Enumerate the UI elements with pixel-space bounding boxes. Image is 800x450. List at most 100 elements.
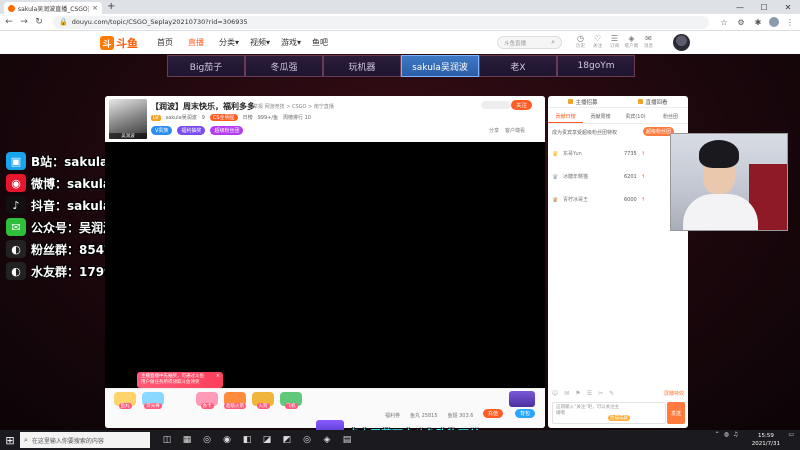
promo-close-icon[interactable]: ×: [216, 373, 220, 379]
flag-icon[interactable]: ⚑: [575, 390, 580, 397]
mail-icon[interactable]: ✉: [564, 390, 569, 397]
app-icon[interactable]: ▤: [338, 431, 356, 449]
volume-icon[interactable]: ♫: [733, 431, 738, 438]
list-icon[interactable]: ☰: [587, 390, 592, 397]
share-button[interactable]: 分享: [489, 127, 499, 134]
subscribe-button[interactable]: ☰ 订阅: [606, 34, 623, 50]
streamer-tab[interactable]: 冬瓜强: [245, 55, 323, 77]
taskbar-search[interactable]: ⌕ 在这里输入你要搜索的内容: [20, 432, 150, 448]
pen-icon[interactable]: ✎: [609, 390, 614, 397]
streamer-tab-active[interactable]: sakula吴润波: [401, 55, 479, 77]
forward-icon[interactable]: →: [19, 17, 29, 27]
gift-item[interactable]: 超级火箭: [223, 392, 247, 409]
tab-fan-group[interactable]: 粉丝团: [653, 112, 688, 123]
nav-video[interactable]: 视频▾: [250, 37, 281, 48]
taskbar-search-input[interactable]: 在这里输入你要搜索的内容: [32, 436, 104, 445]
back-icon[interactable]: ←: [4, 17, 14, 27]
emoji-icon[interactable]: ☺: [552, 390, 558, 397]
gift-item[interactable]: 荧光棒: [141, 392, 165, 409]
streamer-tab[interactable]: 老X: [479, 55, 557, 77]
nav-home[interactable]: 首页: [157, 37, 188, 48]
charge-button[interactable]: 充值: [483, 409, 504, 418]
minimize-button[interactable]: —: [728, 0, 752, 14]
streamer-avatar[interactable]: 吴润波: [109, 99, 147, 139]
host-name[interactable]: sakula吴润波: [166, 114, 197, 121]
nav-category[interactable]: 分类▾: [219, 37, 250, 48]
profile-avatar[interactable]: [769, 17, 779, 27]
backpack-button[interactable]: 背包: [515, 409, 536, 418]
promo-banner[interactable]: 主播直播中先抽奖，可通过斗鱼 用户做任务所得领取斗鱼领奖 ×: [137, 372, 223, 388]
report-link[interactable]: 举报: [253, 104, 263, 110]
gift-item[interactable]: 办卡: [195, 392, 219, 409]
browser-tab[interactable]: sakula吴润波直播_CSGO直播... ×: [4, 2, 102, 14]
puzzle-icon[interactable]: ✱: [752, 18, 764, 27]
extension-icon[interactable]: ⚙: [735, 18, 747, 27]
maximize-button[interactable]: ☐: [752, 0, 776, 14]
site-search[interactable]: 斗鱼直播 ⌕: [497, 36, 562, 49]
day-rank-link[interactable]: 日榜: [243, 114, 253, 121]
block-effects-toggle[interactable]: 屏蔽特效: [664, 390, 684, 397]
allstar-badge[interactable]: CS全明星: [209, 114, 238, 121]
gift-item[interactable]: 飞机: [279, 392, 303, 409]
network-icon[interactable]: ◍: [724, 431, 729, 438]
user-avatar[interactable]: [673, 34, 690, 51]
app-icon[interactable]: ◎: [298, 431, 316, 449]
new-tab-button[interactable]: +: [107, 1, 115, 12]
client-button[interactable]: ◈ 客户端: [623, 34, 640, 50]
reload-icon[interactable]: ↻: [34, 17, 44, 27]
streamer-tab[interactable]: 玩机器: [323, 55, 401, 77]
app-icon[interactable]: ◪: [258, 431, 276, 449]
achievement-badge[interactable]: 达成成就: [608, 415, 630, 421]
app-icon[interactable]: ◧: [238, 431, 256, 449]
tab-close-icon[interactable]: ×: [92, 4, 98, 12]
tray-arrow-icon[interactable]: ⌃: [715, 431, 720, 438]
nav-yuba[interactable]: 鱼吧: [312, 37, 343, 48]
streamer-tab[interactable]: Big茄子: [167, 55, 245, 77]
app-icon[interactable]: ▦: [178, 431, 196, 449]
video-player[interactable]: 主播直播中先抽奖，可通过斗鱼 用户做任务所得领取斗鱼领奖 ×: [105, 142, 545, 388]
nav-game[interactable]: 游戏▾: [281, 37, 312, 48]
app-icon[interactable]: ◎: [198, 431, 216, 449]
follow-button[interactable]: 关注: [511, 100, 533, 110]
history-button[interactable]: ◷ 历史: [572, 34, 589, 50]
address-bar[interactable]: 🔒 douyu.com/topic/CSGO_Seplay20210730?ri…: [53, 15, 709, 29]
app-icon[interactable]: ◈: [318, 431, 336, 449]
coupon-link[interactable]: 福利券: [385, 412, 400, 419]
week-rank[interactable]: 周榜排行 10: [283, 114, 311, 121]
rank-row[interactable]: ♛ 东哥Yun 7735 ↑: [552, 142, 684, 165]
scissors-icon[interactable]: ✂: [598, 390, 603, 397]
tab-vip[interactable]: 贵宾(10): [618, 112, 653, 123]
tab-week-rank[interactable]: 贡献周榜: [583, 112, 618, 123]
gift-item[interactable]: 火箭: [251, 392, 275, 409]
notification-icon[interactable]: ▭: [788, 431, 794, 438]
chrome-icon[interactable]: ◉: [218, 431, 236, 449]
star-icon[interactable]: ☆: [718, 18, 730, 27]
rank-row[interactable]: ♛ 冰糖年糕猫 6201 ↑: [552, 165, 684, 188]
taskbar-clock[interactable]: 15:59 2021/7/31: [752, 432, 780, 448]
gift-item[interactable]: 鱼丸: [113, 392, 137, 409]
send-button[interactable]: 发送: [667, 402, 685, 424]
fan-group-tag[interactable]: 超级粉丝团: [210, 126, 244, 135]
tab-replay[interactable]: 直播回看: [618, 96, 688, 107]
close-window-button[interactable]: ✕: [776, 0, 800, 14]
category-path[interactable]: 网游竞技 > CSGO > 南宁直播: [265, 104, 334, 110]
client-watch-button[interactable]: 客户端看: [505, 127, 525, 134]
tab-day-rank[interactable]: 贡献日榜: [548, 112, 583, 123]
taskview-icon[interactable]: ◫: [158, 431, 176, 449]
douyu-logo[interactable]: 斗 斗鱼: [100, 35, 138, 51]
rank-row[interactable]: ♛ 青柠冰哥王 6000 ↑: [552, 188, 684, 211]
search-icon[interactable]: ⌕: [551, 38, 555, 47]
lottery-tag[interactable]: 福利抽奖: [177, 126, 206, 135]
tab-recruit[interactable]: 主播招募: [548, 96, 618, 107]
follow-list-button[interactable]: ♡ 关注: [589, 34, 606, 50]
app-icon[interactable]: ◩: [278, 431, 296, 449]
search-input[interactable]: 斗鱼直播: [504, 39, 551, 47]
vip-tag[interactable]: V贵族: [151, 126, 173, 135]
start-button[interactable]: ⊞: [0, 430, 20, 450]
gift-ad-banner[interactable]: [509, 391, 535, 407]
menu-icon[interactable]: ⋮: [784, 18, 796, 27]
nav-live[interactable]: 直播: [188, 37, 219, 48]
streamer-tab[interactable]: 18goYm: [557, 55, 635, 77]
chat-messages[interactable]: [548, 212, 688, 388]
message-button[interactable]: ✉ 消息: [640, 34, 657, 50]
